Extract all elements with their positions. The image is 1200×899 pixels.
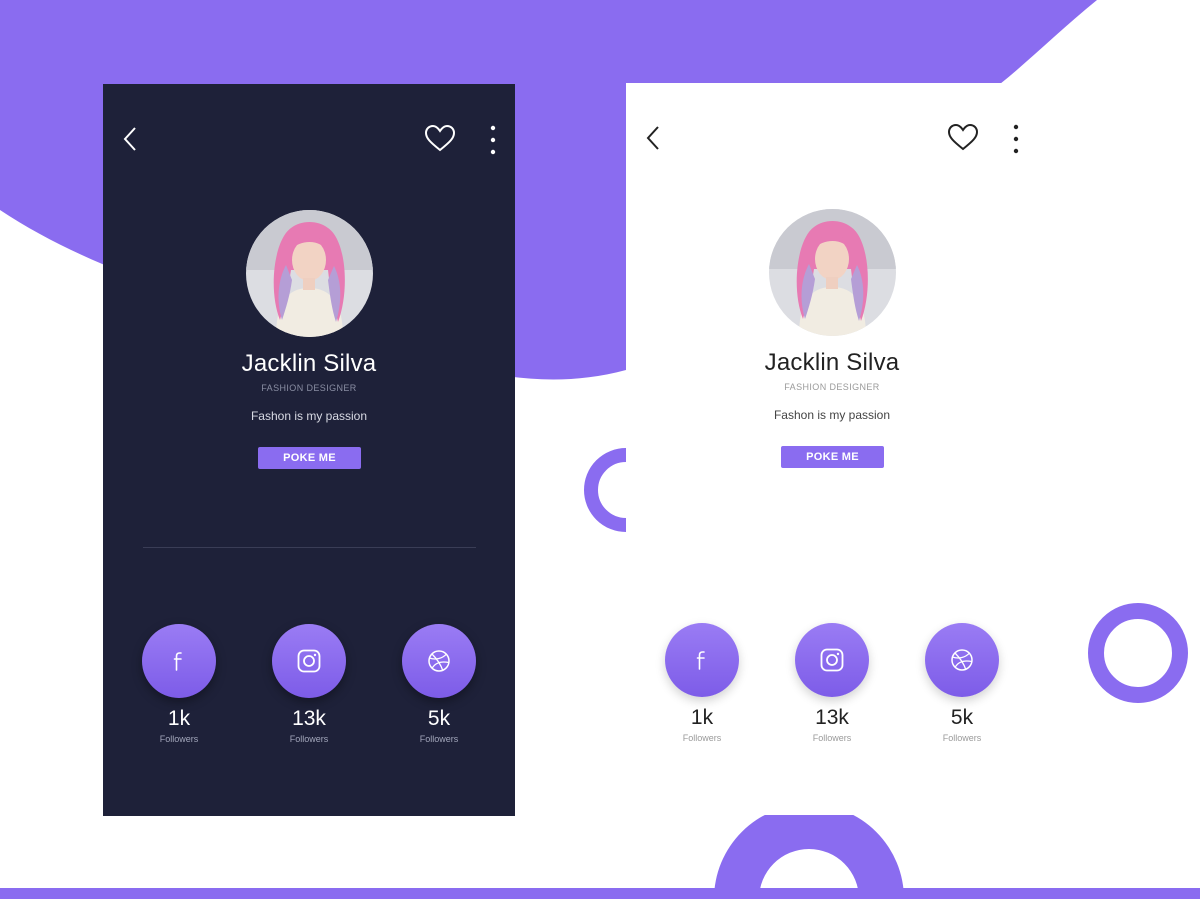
ring-right bbox=[1088, 603, 1188, 703]
profile-screen-dark: Jacklin Silva FASHION DESIGNER Fashon is… bbox=[103, 84, 515, 816]
facebook-button[interactable] bbox=[142, 624, 216, 698]
profile-bio: Fashon is my passion bbox=[250, 409, 368, 423]
avatar bbox=[769, 209, 896, 336]
stat-facebook: 1k Followers bbox=[142, 624, 216, 744]
stat-count: 13k bbox=[815, 706, 849, 729]
more-vertical-icon[interactable] bbox=[1010, 123, 1022, 155]
dribbble-icon bbox=[951, 649, 973, 671]
stat-label: Followers bbox=[159, 734, 199, 744]
stat-label: Followers bbox=[812, 733, 852, 743]
stat-count: 5k bbox=[950, 706, 974, 729]
profile-bio: Fashon is my passion bbox=[773, 408, 891, 422]
profile-role: FASHION DESIGNER bbox=[261, 383, 357, 393]
stat-count: 5k bbox=[427, 707, 451, 730]
instagram-button[interactable] bbox=[795, 623, 869, 697]
instagram-button[interactable] bbox=[272, 624, 346, 698]
poke-me-button[interactable]: POKE ME bbox=[781, 446, 884, 468]
facebook-icon bbox=[696, 651, 705, 670]
more-vertical-icon[interactable] bbox=[487, 124, 499, 156]
profile-role: FASHION DESIGNER bbox=[784, 382, 880, 392]
dribbble-button[interactable] bbox=[925, 623, 999, 697]
stat-label: Followers bbox=[942, 733, 982, 743]
stat-dribbble: 5k Followers bbox=[402, 624, 476, 744]
facebook-button[interactable] bbox=[665, 623, 739, 697]
profile-screen-light: Jacklin Silva FASHION DESIGNER Fashon is… bbox=[626, 83, 1038, 815]
instagram-icon bbox=[297, 649, 321, 673]
profile-name: Jacklin Silva bbox=[764, 349, 900, 376]
stat-count: 1k bbox=[690, 706, 714, 729]
ring-left-fragment bbox=[584, 448, 627, 532]
stat-facebook: 1k Followers bbox=[665, 623, 739, 743]
stat-instagram: 13k Followers bbox=[795, 623, 869, 743]
stat-label: Followers bbox=[289, 734, 329, 744]
facebook-icon bbox=[173, 652, 182, 671]
stat-label: Followers bbox=[419, 734, 459, 744]
profile-name: Jacklin Silva bbox=[241, 350, 377, 377]
bottom-bar bbox=[0, 888, 1200, 899]
divider bbox=[143, 547, 476, 548]
heart-icon[interactable] bbox=[947, 123, 979, 153]
stat-count: 1k bbox=[167, 707, 191, 730]
stat-dribbble: 5k Followers bbox=[925, 623, 999, 743]
poke-me-button[interactable]: POKE ME bbox=[258, 447, 361, 469]
avatar bbox=[246, 210, 373, 337]
dribbble-icon bbox=[428, 650, 450, 672]
heart-icon[interactable] bbox=[424, 124, 456, 154]
chevron-left-icon[interactable] bbox=[119, 124, 143, 154]
instagram-icon bbox=[820, 648, 844, 672]
chevron-left-icon[interactable] bbox=[642, 123, 666, 153]
dribbble-button[interactable] bbox=[402, 624, 476, 698]
stat-instagram: 13k Followers bbox=[272, 624, 346, 744]
stat-label: Followers bbox=[682, 733, 722, 743]
half-ring-bottom bbox=[714, 804, 904, 899]
stat-count: 13k bbox=[292, 707, 326, 730]
